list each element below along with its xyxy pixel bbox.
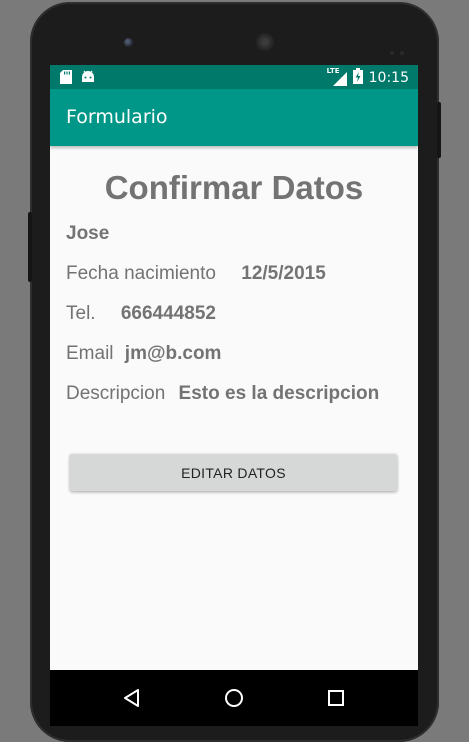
name-value: Jose [66,223,110,244]
description-row: Descripcion Esto es la descripcion [66,383,379,405]
phone-label: Tel. [66,303,96,324]
network-type-label: LTE [326,67,340,75]
recents-icon[interactable] [325,687,347,709]
screen: LTE 10:15 Formulario Confirmar Datos Jos… [50,65,418,726]
sd-card-icon [60,69,72,88]
back-icon[interactable] [121,687,143,709]
earpiece-speaker [256,33,274,51]
navigation-bar [50,670,418,726]
power-button [437,102,441,158]
birth-date-value: 12/5/2015 [241,263,326,284]
name-row: Jose [66,223,109,245]
home-icon[interactable] [223,687,245,709]
app-bar: Formulario [50,89,418,146]
page-title: Confirmar Datos [104,169,364,206]
description-value: Esto es la descripcion [178,383,380,404]
android-icon [81,69,95,88]
description-label: Descripcion [66,383,166,404]
app-bar-title: Formulario [66,106,168,128]
volume-button [28,212,32,282]
email-value: jm@b.com [124,343,222,364]
email-label: Email [66,343,114,364]
proximity-sensor [390,40,412,55]
birth-date-label: Fecha nacimiento [66,263,216,284]
birth-date-row: Fecha nacimiento 12/5/2015 [66,263,326,285]
phone-value: 666444852 [120,303,216,324]
battery-charging-icon [352,68,363,88]
clock: 10:15 [368,70,409,86]
signal-icon: LTE [327,67,347,86]
email-row: Email jm@b.com [66,343,221,365]
status-bar: LTE 10:15 [50,65,418,89]
edit-data-button[interactable]: EDITAR DATOS [70,454,397,491]
front-camera [124,38,133,47]
phone-row: Tel. 666444852 [66,303,216,325]
